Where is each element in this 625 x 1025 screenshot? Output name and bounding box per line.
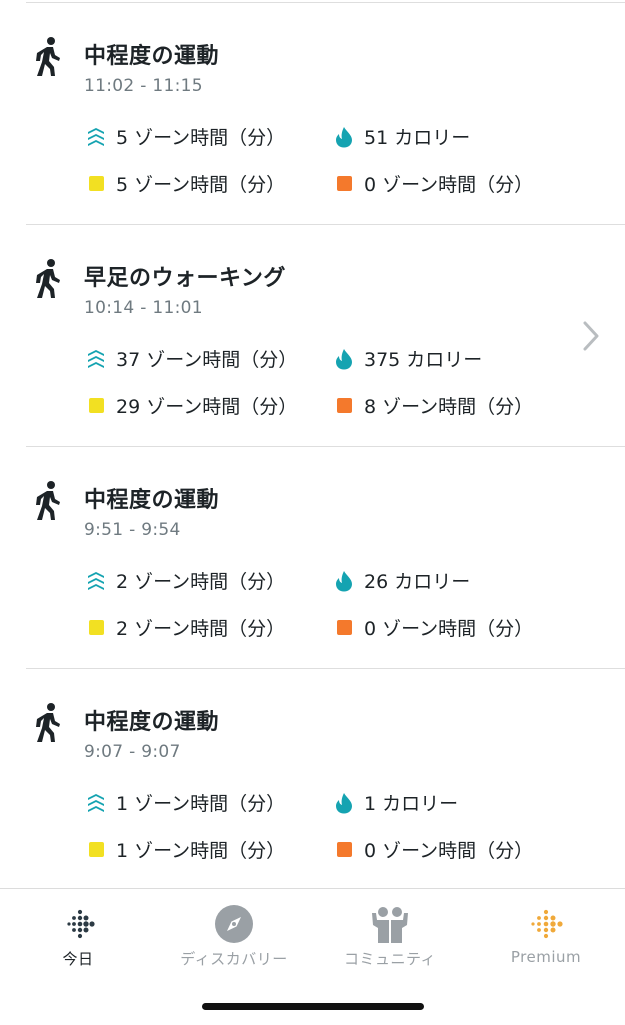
- tab-today[interactable]: 今日: [0, 889, 156, 979]
- active-zone-icon: [86, 348, 106, 370]
- calories-value: 51 カロリー: [364, 127, 471, 149]
- chevron-right-icon[interactable]: [582, 320, 600, 352]
- activity-title: 中程度の運動: [84, 488, 220, 513]
- premium-dots-icon: [531, 909, 563, 939]
- activity-card[interactable]: 早足のウォーキング 10:14 - 11:01 37 ゾーン時間（分） 375 …: [0, 224, 625, 445]
- tab-community-label: コミュニティ: [343, 950, 437, 968]
- activity-title: 早足のウォーキング: [84, 266, 286, 291]
- calories-metric: 51 カロリー: [334, 123, 470, 150]
- cardio-metric: 8 ゾーン時間（分）: [334, 392, 533, 419]
- activity-card[interactable]: 中程度の運動 9:07 - 9:07 1 ゾーン時間（分） 1 カロリー 1 ゾ…: [0, 668, 625, 889]
- active-zone-icon: [86, 570, 106, 592]
- calories-metric: 26 カロリー: [334, 567, 470, 594]
- active-zone-metric: 5 ゾーン時間（分）: [86, 123, 285, 150]
- compass-icon: [215, 905, 253, 943]
- fat-burn-value: 1 ゾーン時間（分）: [116, 840, 286, 862]
- cardio-value: 0 ゾーン時間（分）: [364, 840, 534, 862]
- fat-burn-value: 2 ゾーン時間（分）: [116, 618, 286, 640]
- cardio-square-icon: [336, 620, 352, 635]
- tab-today-label: 今日: [62, 950, 94, 968]
- walking-icon: [36, 703, 60, 742]
- active-zone-icon: [86, 792, 106, 814]
- tab-discover[interactable]: ディスカバリー: [156, 889, 312, 979]
- active-zone-value: 5 ゾーン時間（分）: [116, 127, 286, 149]
- fat-burn-metric: 29 ゾーン時間（分）: [86, 392, 297, 419]
- cardio-metric: 0 ゾーン時間（分）: [334, 836, 533, 863]
- walking-icon: [36, 259, 60, 298]
- walking-icon: [36, 37, 60, 76]
- tab-community[interactable]: コミュニティ: [312, 889, 468, 979]
- active-zone-icon: [86, 126, 106, 148]
- active-zone-value: 37 ゾーン時間（分）: [116, 349, 298, 371]
- active-zone-value: 2 ゾーン時間（分）: [116, 571, 286, 593]
- fat-burn-square-icon: [88, 842, 104, 857]
- fat-burn-value: 5 ゾーン時間（分）: [116, 174, 286, 196]
- community-icon: [372, 907, 408, 943]
- cardio-square-icon: [336, 176, 352, 191]
- activity-card[interactable]: 中程度の運動 11:02 - 11:15 5 ゾーン時間（分） 51 カロリー …: [0, 2, 625, 223]
- cardio-square-icon: [336, 398, 352, 413]
- activity-time: 10:14 - 11:01: [84, 298, 203, 318]
- active-zone-value: 1 ゾーン時間（分）: [116, 793, 286, 815]
- fat-burn-metric: 2 ゾーン時間（分）: [86, 614, 285, 641]
- tab-premium-label: Premium: [510, 948, 582, 966]
- flame-icon: [334, 126, 354, 148]
- fat-burn-square-icon: [88, 620, 104, 635]
- activity-card[interactable]: 中程度の運動 9:51 - 9:54 2 ゾーン時間（分） 26 カロリー 2 …: [0, 446, 625, 667]
- cardio-value: 8 ゾーン時間（分）: [364, 396, 534, 418]
- fat-burn-value: 29 ゾーン時間（分）: [116, 396, 298, 418]
- activity-title: 中程度の運動: [84, 710, 220, 735]
- activity-time: 9:07 - 9:07: [84, 742, 181, 762]
- calories-metric: 375 カロリー: [334, 345, 482, 372]
- activity-time: 9:51 - 9:54: [84, 520, 181, 540]
- active-zone-metric: 37 ゾーン時間（分）: [86, 345, 297, 372]
- calories-value: 26 カロリー: [364, 571, 471, 593]
- activity-title: 中程度の運動: [84, 44, 220, 69]
- active-zone-metric: 2 ゾーン時間（分）: [86, 567, 285, 594]
- fitbit-dots-icon: [67, 909, 95, 939]
- fat-burn-square-icon: [88, 176, 104, 191]
- fat-burn-metric: 5 ゾーン時間（分）: [86, 170, 285, 197]
- flame-icon: [334, 570, 354, 592]
- calories-value: 375 カロリー: [364, 349, 483, 371]
- flame-icon: [334, 792, 354, 814]
- home-indicator[interactable]: [202, 1003, 424, 1010]
- cardio-value: 0 ゾーン時間（分）: [364, 174, 534, 196]
- cardio-value: 0 ゾーン時間（分）: [364, 618, 534, 640]
- fat-burn-square-icon: [88, 398, 104, 413]
- active-zone-metric: 1 ゾーン時間（分）: [86, 789, 285, 816]
- cardio-metric: 0 ゾーン時間（分）: [334, 614, 533, 641]
- fat-burn-metric: 1 ゾーン時間（分）: [86, 836, 285, 863]
- activity-time: 11:02 - 11:15: [84, 76, 203, 96]
- tab-premium[interactable]: Premium: [468, 889, 624, 979]
- tab-discover-label: ディスカバリー: [180, 950, 288, 968]
- walking-icon: [36, 481, 60, 520]
- calories-value: 1 カロリー: [364, 793, 459, 815]
- calories-metric: 1 カロリー: [334, 789, 458, 816]
- cardio-metric: 0 ゾーン時間（分）: [334, 170, 533, 197]
- cardio-square-icon: [336, 842, 352, 857]
- flame-icon: [334, 348, 354, 370]
